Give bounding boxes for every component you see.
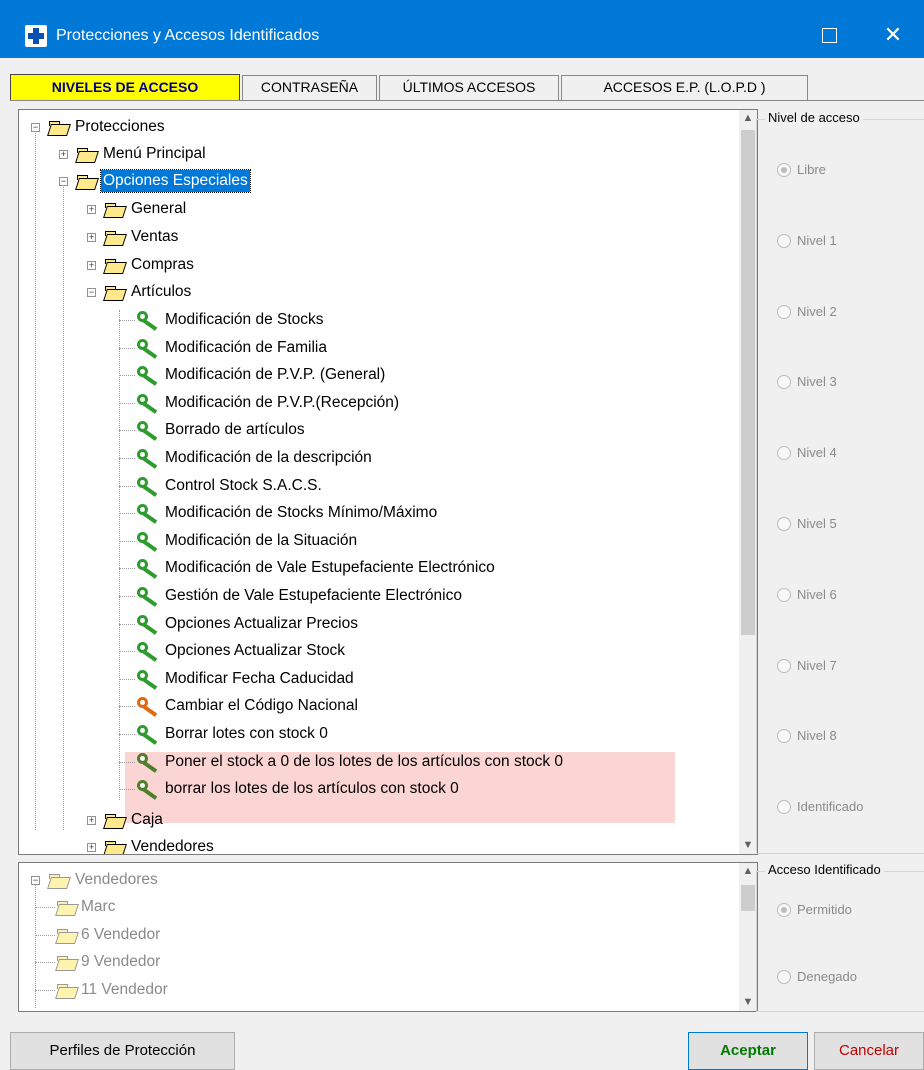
tab-ultimos-accesos[interactable]: ÚLTIMOS ACCESOS <box>379 75 559 100</box>
close-button[interactable]: ✕ <box>870 16 916 54</box>
folder-open-icon <box>57 928 77 942</box>
window-title: Protecciones y Accesos Identificados <box>56 27 320 44</box>
radio-dot-icon <box>777 903 791 917</box>
folder-open-icon <box>49 873 69 887</box>
nivel-de-acceso-group: Nivel de acceso Libre Nivel 1 Nivel 2 Nivel… <box>756 110 924 854</box>
protections-tree[interactable]: − Protecciones + Menú Principal − Opcion… <box>18 109 758 855</box>
folder-open-icon <box>77 147 97 161</box>
key-icon <box>137 614 161 635</box>
app-cross-icon <box>25 25 47 47</box>
radio-dot-icon <box>777 587 791 602</box>
key-icon <box>137 531 161 552</box>
key-icon <box>137 476 161 497</box>
folder-open-icon <box>105 202 125 216</box>
folder-open-icon <box>105 230 125 244</box>
radio-dot-icon <box>777 233 791 248</box>
key-icon <box>137 697 161 718</box>
key-icon <box>137 669 161 690</box>
vendors-scrollbar[interactable]: ▲ ▼ <box>739 863 757 1011</box>
folder-open-icon <box>57 900 77 914</box>
radio-dot-icon <box>777 304 791 319</box>
radio-dot-icon <box>777 658 791 673</box>
tab-content: − Protecciones + Menú Principal − Opcion… <box>10 100 924 1040</box>
folder-open-icon <box>105 285 125 299</box>
title-bar: Protecciones y Accesos Identificados ✕ <box>0 0 924 58</box>
key-icon <box>137 504 161 525</box>
key-icon <box>137 642 161 663</box>
key-icon <box>137 366 161 387</box>
key-icon <box>137 752 161 773</box>
key-icon <box>137 587 161 607</box>
key-icon <box>137 311 161 331</box>
key-icon <box>137 780 161 801</box>
folder-open-icon <box>105 258 125 272</box>
radio-dot-icon <box>777 375 791 390</box>
radio-dot-icon <box>777 446 791 461</box>
folder-open-icon <box>105 813 125 827</box>
scroll-up-arrow-icon[interactable]: ▲ <box>739 863 757 880</box>
aceptar-button[interactable]: Aceptar <box>688 1032 808 1070</box>
scroll-down-arrow-icon[interactable]: ▼ <box>739 994 757 1011</box>
folder-open-icon <box>49 120 69 134</box>
radio-dot-icon <box>777 970 791 984</box>
radio-dot-icon <box>777 800 791 815</box>
tab-contrasena[interactable]: CONTRASEÑA <box>242 75 377 100</box>
scroll-thumb[interactable] <box>741 130 755 635</box>
nivel-de-acceso-label: Nivel de acceso <box>765 110 863 125</box>
acceso-identificado-group: Acceso Identificado Permitido Denegado <box>756 862 924 1012</box>
perfiles-proteccion-button[interactable]: Perfiles de Protección <box>10 1032 235 1070</box>
scroll-down-arrow-icon[interactable]: ▼ <box>739 837 757 854</box>
cancelar-button[interactable]: Cancelar <box>814 1032 924 1070</box>
key-icon <box>137 421 161 442</box>
folder-open-icon <box>57 955 77 969</box>
vendors-tree[interactable]: − Vendedores Marc 6 Vendedor 9 Vendedor 11 … <box>18 862 758 1012</box>
tab-niveles-de-acceso[interactable]: NIVELES DE ACCESO <box>10 74 240 101</box>
key-icon <box>137 725 161 745</box>
radio-dot-icon <box>777 163 791 177</box>
key-icon <box>137 559 161 580</box>
radio-dot-icon <box>777 729 791 744</box>
maximize-button[interactable] <box>806 16 852 54</box>
scroll-up-arrow-icon[interactable]: ▲ <box>739 110 757 127</box>
tree-scrollbar[interactable]: ▲ ▼ <box>739 110 757 854</box>
folder-open-icon <box>77 174 97 188</box>
folder-open-icon <box>57 983 77 997</box>
scroll-thumb[interactable] <box>741 885 755 911</box>
key-icon <box>137 338 161 359</box>
folder-open-icon <box>105 840 125 854</box>
acceso-identificado-label: Acceso Identificado <box>765 862 884 877</box>
tab-accesos-ep[interactable]: ACCESOS E.P. (L.O.P.D ) <box>561 75 808 100</box>
radio-dot-icon <box>777 517 791 531</box>
key-icon <box>137 393 161 414</box>
key-icon <box>137 449 161 469</box>
